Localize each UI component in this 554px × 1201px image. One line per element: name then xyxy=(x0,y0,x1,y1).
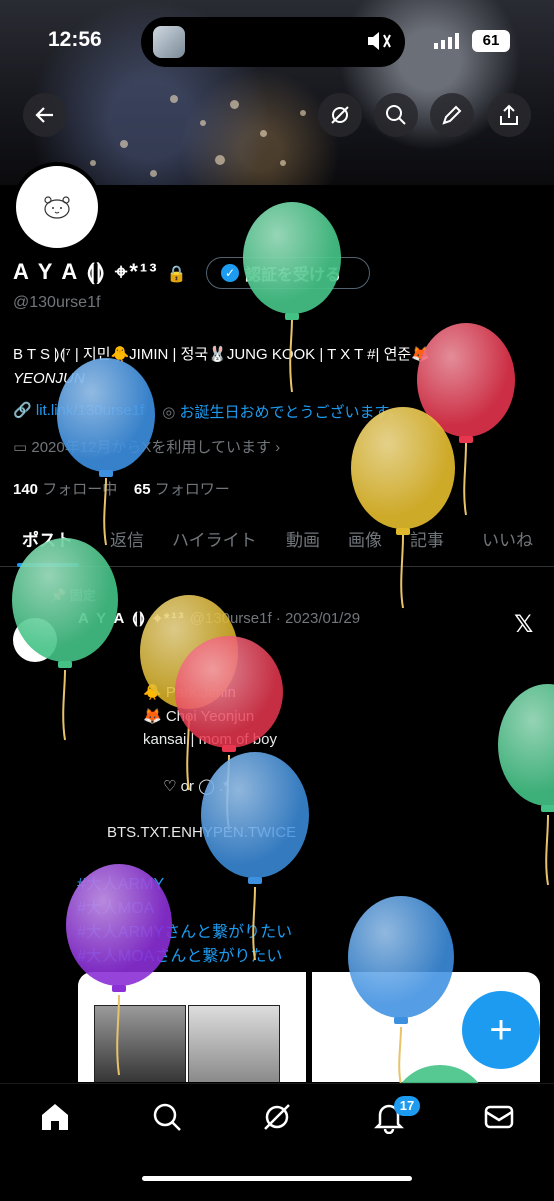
grok-icon xyxy=(264,1104,290,1130)
tab-images[interactable]: 画像 xyxy=(348,520,382,551)
profile-link-text: lit.link/130urse1f xyxy=(35,402,145,419)
display-name: A Y A ⟬⟭ ⌖*¹³ 🔒 xyxy=(13,259,189,285)
home-indicator xyxy=(142,1176,412,1181)
battery-indicator: 61 xyxy=(472,30,510,52)
lock-icon: 🔒 xyxy=(166,266,189,283)
hashtag-link[interactable]: #大人ARMY xyxy=(77,870,164,894)
active-tab-indicator xyxy=(17,563,79,567)
joined-date[interactable]: ▭ 2020年12月からXを利用しています › xyxy=(13,436,280,457)
profile-handle: @130urse1f xyxy=(13,294,101,311)
bear-doodle-icon xyxy=(44,196,70,219)
following-label: フォロー中 xyxy=(42,481,118,498)
chevron-right-icon: › xyxy=(275,439,281,456)
pinned-text: 固定 xyxy=(69,588,96,603)
media-photo xyxy=(188,1005,280,1082)
tweet-text-line: ♡ or ◯ .* xyxy=(163,778,230,795)
plus-icon: + xyxy=(489,1007,513,1052)
share-icon xyxy=(500,104,518,125)
search-button[interactable] xyxy=(374,93,418,137)
notification-badge: 17 xyxy=(394,1096,420,1116)
tweet-meta: @130urse1f · 2023/01/29 xyxy=(189,610,361,627)
tweet-text-line: 🐥 Park Jimin xyxy=(143,684,236,701)
x-logo-icon[interactable]: 𝕏 xyxy=(514,610,533,639)
edit-icon xyxy=(442,105,462,125)
profile-link[interactable]: 🔗 lit.link/130urse1f xyxy=(13,401,144,422)
now-playing-thumbnail xyxy=(153,26,185,58)
joined-date-text: 2020年12月からXを利用しています xyxy=(31,439,271,456)
calendar-icon: ▭ xyxy=(13,439,28,456)
verified-badge-icon: ✓ xyxy=(221,264,239,282)
compose-post-button[interactable]: + xyxy=(462,991,540,1069)
profile-location-text: お誕生日おめでとうございます。 xyxy=(179,404,404,421)
location-pin-icon: ◎ xyxy=(162,404,176,421)
bio-line: YEONJUN xyxy=(13,370,85,387)
followers-link[interactable]: 65 フォロワー xyxy=(134,481,230,498)
audio-icon xyxy=(366,30,396,52)
share-button[interactable] xyxy=(487,93,531,137)
following-link[interactable]: 140 フォロー中 xyxy=(13,481,117,498)
profile-avatar[interactable] xyxy=(12,162,102,252)
tab-replies[interactable]: 返信 xyxy=(110,520,144,551)
nav-messages[interactable] xyxy=(482,1100,516,1134)
tweet-header: A Y A ⟬⟭ ⌖*¹³ @130urse1f · 2023/01/29 xyxy=(78,610,360,627)
home-icon xyxy=(42,1104,68,1130)
grok-icon xyxy=(331,106,349,124)
link-icon: 🔗 xyxy=(13,402,32,419)
profile-bio: B T S ⟭⟬⁷ | 지민🐥JIMIN | 정국🐰JUNG KOOK | T … xyxy=(13,343,543,391)
tweet-text-line: BTS.TXT.ENHYPEN.TWICE xyxy=(107,824,297,841)
cellular-signal-icon xyxy=(434,33,460,49)
following-count: 140 xyxy=(13,481,39,498)
hashtag-link[interactable]: #大人ARMYさんと繋がりたい xyxy=(77,918,292,942)
tab-posts[interactable]: ポスト xyxy=(22,520,73,551)
status-time: 12:56 xyxy=(48,28,102,51)
tweet-avatar[interactable] xyxy=(13,618,57,662)
followers-label: フォロワー xyxy=(154,481,230,498)
tweet-media-1[interactable] xyxy=(78,972,306,1082)
display-name-text: A Y A ⟬⟭ ⌖*¹³ xyxy=(13,259,159,284)
pin-icon: 📌 xyxy=(50,588,67,603)
tab-highlights[interactable]: ハイライト xyxy=(172,520,257,551)
get-verified-label: 認証を受ける xyxy=(245,267,342,284)
media-photo xyxy=(94,1005,186,1082)
follow-stats: 140 フォロー中 65 フォロワー xyxy=(13,478,230,499)
search-icon xyxy=(386,105,406,125)
back-icon xyxy=(35,107,53,123)
explore-icon xyxy=(153,1103,181,1131)
mail-icon xyxy=(484,1105,514,1129)
pinned-label: 📌 固定 xyxy=(50,585,96,604)
balloon-yellow xyxy=(351,407,455,609)
edit-button[interactable] xyxy=(430,93,474,137)
tweet-author-name[interactable]: A Y A ⟬⟭ ⌖*¹³ xyxy=(78,610,186,627)
tab-videos[interactable]: 動画 xyxy=(286,520,320,551)
hashtag-link[interactable]: #大人MOAさんと繋がりたい xyxy=(77,942,282,966)
tab-articles[interactable]: 記事 xyxy=(410,520,444,551)
tab-likes[interactable]: いいね xyxy=(482,520,533,551)
profile-tabs: ポスト 返信 ハイライト 動画 画像 記事 いいね xyxy=(0,520,554,567)
hashtag-link[interactable]: #大人MOA xyxy=(77,894,154,918)
bio-line: B T S ⟭⟬⁷ | 지민🐥JIMIN | 정국🐰JUNG KOOK | T … xyxy=(13,346,430,363)
tweet-text-line: 🦊 Choi Yeonjun xyxy=(143,708,255,725)
profile-location: ◎ お誕生日おめでとうございます。 xyxy=(162,401,403,422)
nav-home[interactable] xyxy=(38,1100,72,1134)
grok-button[interactable] xyxy=(318,93,362,137)
nav-explore[interactable] xyxy=(150,1100,184,1134)
profile-links: 🔗 lit.link/130urse1f ◎ お誕生日おめでとうございます。 xyxy=(13,401,403,422)
back-button[interactable] xyxy=(23,93,67,137)
nav-grok[interactable] xyxy=(260,1100,294,1134)
tweet-text-line: kansai | mom of boy xyxy=(143,731,277,748)
balloon-green xyxy=(498,684,554,886)
get-verified-button[interactable]: ✓ 認証を受ける xyxy=(206,257,370,289)
followers-count: 65 xyxy=(133,481,151,498)
